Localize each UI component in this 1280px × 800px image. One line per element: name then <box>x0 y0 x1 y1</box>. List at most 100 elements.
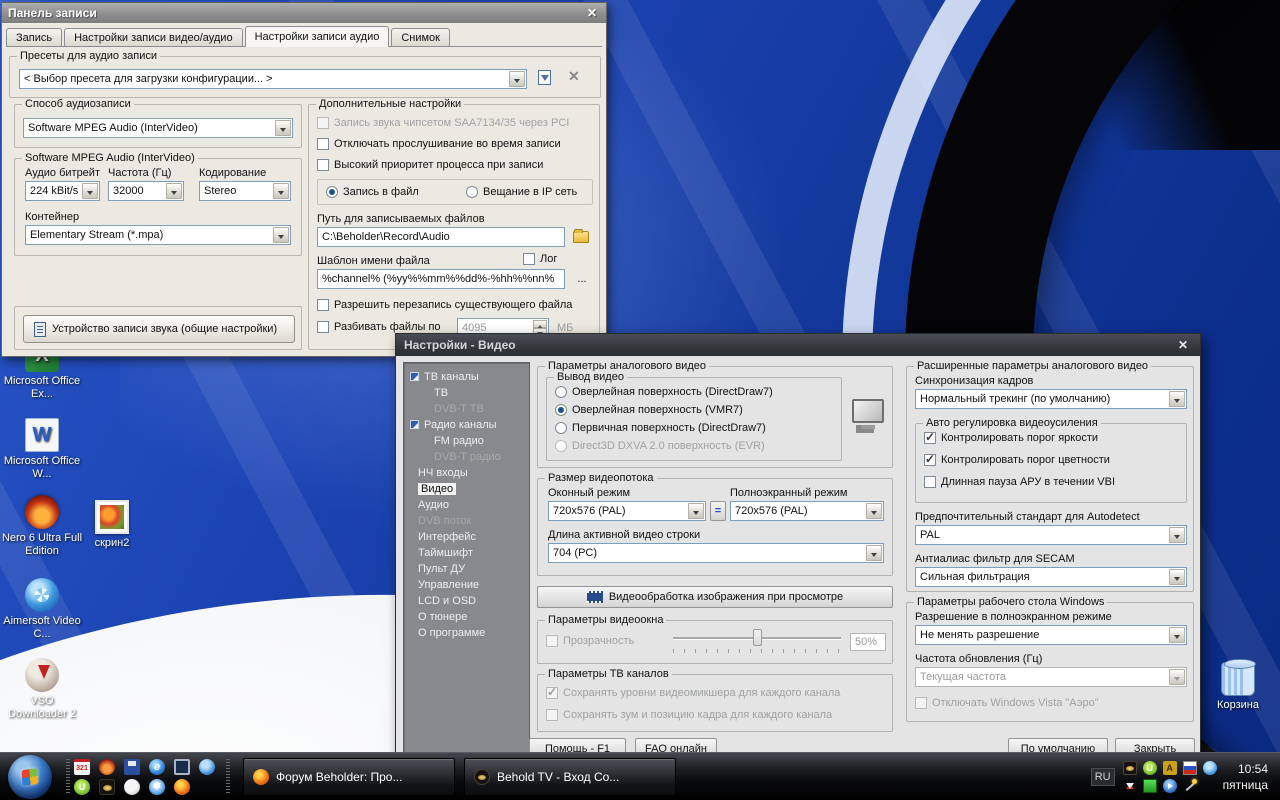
tree-item-fm-radio[interactable]: FM радио <box>404 433 529 449</box>
ip-broadcast-radio-row[interactable]: Вещание в IP сеть <box>466 186 577 198</box>
output-vmr7-radio-row[interactable]: Оверлейная поверхность (VMR7) <box>555 404 743 416</box>
split-checkbox-row[interactable]: Разбивать файлы по <box>317 321 441 333</box>
tree-item-remote[interactable]: Пульт ДУ <box>404 561 529 577</box>
tree-item-lcd-osd[interactable]: LCD и OSD <box>404 593 529 609</box>
chevron-down-icon[interactable] <box>866 503 882 519</box>
preset-combo[interactable]: < Выбор пресета для загрузки конфигураци… <box>19 69 527 89</box>
log-checkbox-row[interactable]: Лог <box>523 253 557 265</box>
checkbox-icon[interactable] <box>317 159 329 171</box>
chevron-down-icon[interactable] <box>1169 527 1185 543</box>
clock-icon[interactable] <box>124 779 140 795</box>
container-combo[interactable]: Elementary Stream (*.mpa) <box>25 225 291 245</box>
chevron-down-icon[interactable] <box>82 183 98 199</box>
fullscreen-res-combo[interactable]: Не менять разрешение <box>915 625 1187 645</box>
settings-window-titlebar[interactable]: Настройки - Видео ✕ <box>396 334 1200 356</box>
close-icon[interactable]: ✕ <box>1174 338 1192 352</box>
ie-icon[interactable]: e <box>149 759 165 775</box>
checkbox-icon[interactable] <box>317 321 329 333</box>
chevron-down-icon[interactable] <box>273 183 289 199</box>
tree-item-tv-channels[interactable]: ТВ каналы <box>404 369 529 385</box>
task-button-behold[interactable]: Behold TV - Вход Co... <box>464 758 676 796</box>
checkbox-icon[interactable] <box>924 454 936 466</box>
chevron-down-icon[interactable] <box>1169 627 1185 643</box>
start-button[interactable] <box>8 755 52 799</box>
sync-combo[interactable]: Нормальный трекинг (по умолчанию) <box>915 389 1187 409</box>
play-icon[interactable] <box>1163 779 1177 793</box>
recording-window-titlebar[interactable]: Панель записи ✕ <box>2 3 606 23</box>
behold-icon[interactable] <box>1123 761 1137 775</box>
record-to-file-radio-row[interactable]: Запись в файл <box>326 186 419 198</box>
sound-device-button[interactable]: Устройство записи звука (общие настройки… <box>23 315 295 343</box>
punto-icon[interactable]: A <box>1163 761 1177 775</box>
path-input[interactable]: C:\Beholder\Record\Audio <box>317 227 565 247</box>
vbi-pause-row[interactable]: Длинная пауза АРУ в течении VBI <box>924 476 1115 488</box>
template-input[interactable]: %channel% (%yy%%mm%%dd%-%hh%%nn% <box>317 269 565 289</box>
radio-icon[interactable] <box>466 186 478 198</box>
utorrent-icon[interactable]: U <box>1143 761 1157 775</box>
tree-item-tv[interactable]: ТВ <box>404 385 529 401</box>
firefox-icon[interactable] <box>174 779 190 795</box>
priority-checkbox-row[interactable]: Высокий приоритет процесса при записи <box>317 159 543 171</box>
audio-method-combo[interactable]: Software MPEG Audio (InterVideo) <box>23 118 293 138</box>
floppy-icon[interactable] <box>124 759 140 775</box>
tab-zapis[interactable]: Запись <box>6 28 62 46</box>
chevron-down-icon[interactable] <box>1169 391 1185 407</box>
chevron-down-icon[interactable] <box>273 227 289 243</box>
tree-item-audio[interactable]: Аудио <box>404 497 529 513</box>
windowed-size-combo[interactable]: 720x576 (PAL) <box>548 501 706 521</box>
desktop-icon-word[interactable]: Microsoft Office W... <box>0 418 84 481</box>
checkbox-icon[interactable] <box>523 253 535 265</box>
battery-icon[interactable] <box>1143 779 1157 793</box>
snowflake-icon[interactable]: ❄ <box>149 779 165 795</box>
calendar-icon[interactable]: 321 <box>74 759 90 775</box>
quick-launch-handle[interactable] <box>66 759 70 795</box>
radio-icon[interactable] <box>555 422 567 434</box>
output-primary-radio-row[interactable]: Первичная поверхность (DirectDraw7) <box>555 422 766 434</box>
wand-icon[interactable] <box>1183 779 1197 793</box>
tab-video-audio-settings[interactable]: Настройки записи видео/аудио <box>64 28 242 46</box>
ru-flag-icon[interactable] <box>1183 761 1197 775</box>
bitrate-combo[interactable]: 224 kBit/s <box>25 181 100 201</box>
tree-item-lf-inputs[interactable]: НЧ входы <box>404 465 529 481</box>
messenger-icon[interactable] <box>199 759 215 775</box>
fullscreen-size-combo[interactable]: 720x576 (PAL) <box>730 501 884 521</box>
desktop-icon-recycle-bin[interactable]: Корзина <box>1196 662 1280 712</box>
desktop-icon-vso[interactable]: VSO Downloader 2 <box>0 658 84 721</box>
tree-item-video[interactable]: Видео <box>404 481 529 497</box>
display-icon[interactable] <box>174 759 190 775</box>
spin-up-icon[interactable] <box>533 320 547 328</box>
template-more-button[interactable]: ... <box>571 271 593 287</box>
updown-arrows-icon[interactable] <box>1123 779 1137 793</box>
chevron-down-icon[interactable] <box>866 545 882 561</box>
tree-item-timeshift[interactable]: Таймшифт <box>404 545 529 561</box>
listen-checkbox-row[interactable]: Отключать прослушивание во время записи <box>317 138 561 150</box>
autodetect-std-combo[interactable]: PAL <box>915 525 1187 545</box>
tree-item-about-program[interactable]: О программе <box>404 625 529 641</box>
equal-sizes-button[interactable]: = <box>710 501 726 521</box>
tree-item-interface[interactable]: Интерфейс <box>404 529 529 545</box>
chevron-down-icon[interactable] <box>166 183 182 199</box>
tree-item-control[interactable]: Управление <box>404 577 529 593</box>
chevron-down-icon[interactable] <box>509 71 525 87</box>
active-line-combo[interactable]: 704 (PC) <box>548 543 884 563</box>
antialias-combo[interactable]: Сильная фильтрация <box>915 567 1187 587</box>
desktop-icon-aimersoft[interactable]: Aimersoft Video C... <box>0 578 84 641</box>
checkbox-icon[interactable] <box>317 138 329 150</box>
overwrite-checkbox-row[interactable]: Разрешить перезапись существующего файла <box>317 299 572 311</box>
checkbox-icon[interactable] <box>924 432 936 444</box>
video-processing-button[interactable]: Видеообработка изображения при просмотре <box>537 586 893 608</box>
freq-combo[interactable]: 32000 <box>108 181 184 201</box>
desktop-icon-skrin2[interactable]: скрин2 <box>70 500 154 550</box>
tab-snapshot[interactable]: Снимок <box>391 28 450 46</box>
close-icon[interactable]: ✕ <box>584 6 600 20</box>
coding-combo[interactable]: Stereo <box>199 181 291 201</box>
radio-icon[interactable] <box>326 186 338 198</box>
language-indicator[interactable]: RU <box>1091 768 1115 786</box>
nero-icon[interactable] <box>99 759 115 775</box>
tab-audio-settings[interactable]: Настройки записи аудио <box>245 26 390 47</box>
browse-folder-icon[interactable] <box>573 231 589 243</box>
tree-item-radio-channels[interactable]: Радио каналы <box>404 417 529 433</box>
utorrent-icon[interactable]: U <box>74 779 90 795</box>
output-dd7-radio-row[interactable]: Оверлейная поверхность (DirectDraw7) <box>555 386 773 398</box>
chevron-down-icon[interactable] <box>1169 569 1185 585</box>
